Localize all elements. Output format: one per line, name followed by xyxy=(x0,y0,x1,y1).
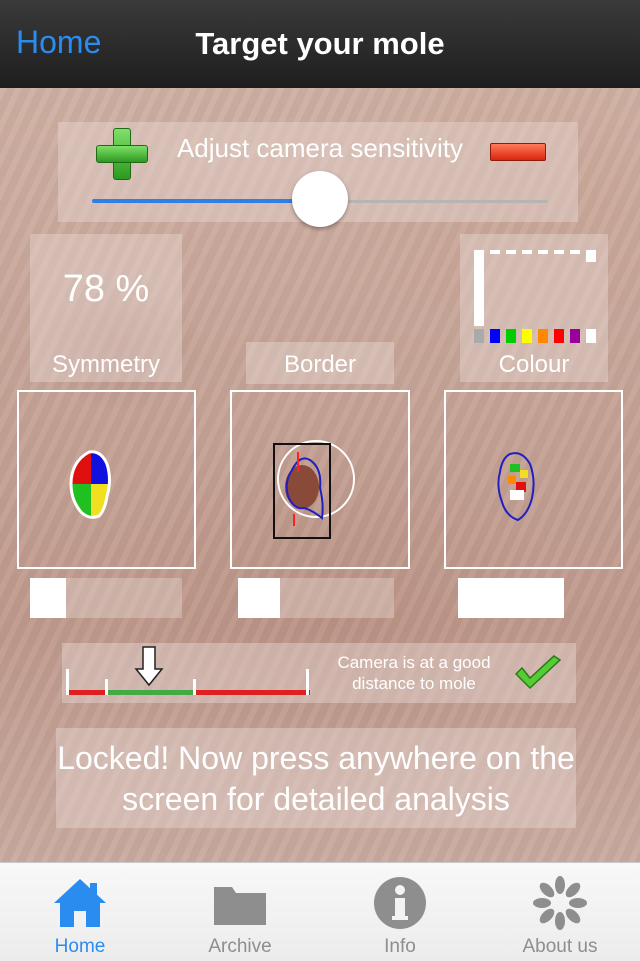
symmetry-label: Symmetry xyxy=(52,351,160,378)
home-icon xyxy=(54,879,106,927)
tab-bar: Home Archive Info About us xyxy=(0,862,640,961)
page-title: Target your mole xyxy=(195,26,445,61)
symmetry-value: 78 % xyxy=(62,268,150,310)
border-label: Border xyxy=(283,351,357,378)
tab-label: About us xyxy=(522,936,598,957)
border-score-fill xyxy=(238,578,280,618)
instruction-text: Locked! Now press anywhere on the screen… xyxy=(57,740,575,817)
colour-swatch xyxy=(554,329,564,343)
symmetry-score-fill xyxy=(30,578,66,618)
tab-label: Archive xyxy=(208,936,272,957)
sensitivity-slider-knob[interactable] xyxy=(292,171,348,227)
colour-swatch xyxy=(490,329,500,343)
checkmark-icon xyxy=(514,655,562,690)
colour-swatch xyxy=(538,329,548,343)
nav-bar: Home Target your mole xyxy=(0,0,640,88)
distance-gauge xyxy=(66,646,310,695)
colour-mole-image xyxy=(497,452,535,522)
distance-status-text: Camera is at a good distance to mole xyxy=(337,653,491,693)
colour-swatch xyxy=(570,329,580,343)
colour-swatch xyxy=(586,329,596,343)
tab-info[interactable]: Info xyxy=(320,863,480,961)
flower-icon xyxy=(533,876,587,930)
folder-icon xyxy=(214,887,266,925)
colour-swatch-row xyxy=(490,329,596,343)
info-icon xyxy=(374,877,426,929)
tab-label: Info xyxy=(384,936,416,957)
colour-label: Colour xyxy=(498,351,570,378)
slider-track-empty[interactable] xyxy=(322,200,548,203)
slider-track-filled[interactable] xyxy=(92,199,322,203)
border-mole-image xyxy=(273,440,355,539)
tab-archive[interactable]: Archive xyxy=(160,863,320,961)
colour-swatch xyxy=(506,329,516,343)
distance-arrow-icon xyxy=(134,646,164,687)
colour-swatch xyxy=(522,329,532,343)
decrease-sensitivity-button[interactable] xyxy=(490,143,546,161)
symmetry-mole-image xyxy=(69,450,111,519)
increase-sensitivity-button[interactable] xyxy=(96,128,148,180)
colour-score-fill xyxy=(458,578,564,618)
sensitivity-label: Adjust camera sensitivity xyxy=(176,133,464,163)
tab-label: Home xyxy=(54,936,106,957)
tab-home[interactable]: Home xyxy=(0,863,160,961)
tab-about-us[interactable]: About us xyxy=(480,863,640,961)
